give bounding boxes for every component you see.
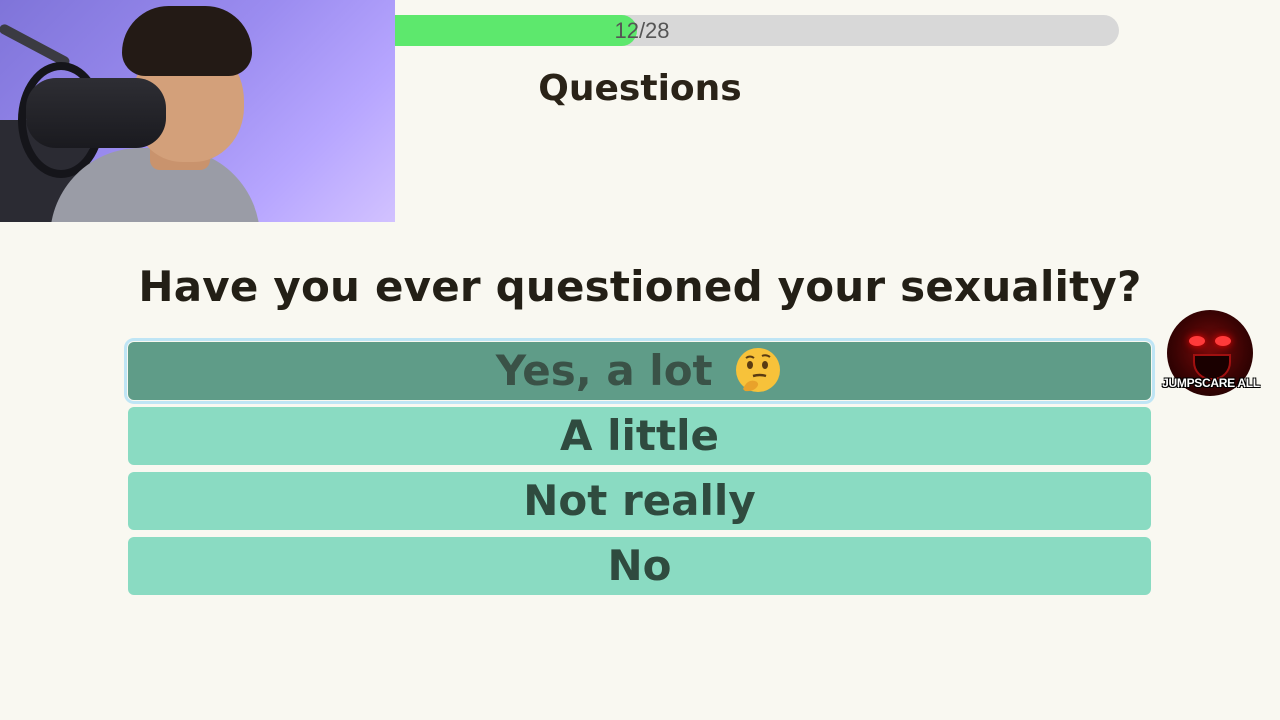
question-text: Have you ever questioned your sexuality? bbox=[138, 262, 1142, 311]
jumpscare-badge[interactable]: JUMPSCARE ALL bbox=[1150, 310, 1272, 396]
answer-label: Not really bbox=[523, 476, 756, 525]
jumpscare-label: JUMPSCARE ALL bbox=[1162, 376, 1260, 390]
answer-option-no[interactable]: No bbox=[128, 537, 1151, 595]
answer-option-yes-a-lot[interactable]: Yes, a lot bbox=[124, 338, 1155, 404]
answer-list: Yes, a lot A little Not really No bbox=[124, 338, 1155, 602]
webcam-overlay bbox=[0, 0, 395, 222]
thinking-face-icon bbox=[733, 345, 783, 395]
progress-bar: 12/28 bbox=[395, 15, 1119, 46]
answer-label: No bbox=[607, 541, 672, 590]
quiz-page: 12/28 Questions Have you ever questioned… bbox=[0, 0, 1280, 720]
streamer-hair bbox=[122, 6, 252, 76]
scary-eye-left bbox=[1189, 336, 1205, 346]
answer-option-a-little[interactable]: A little bbox=[128, 407, 1151, 465]
page-title: Questions bbox=[538, 68, 742, 109]
answer-option-not-really[interactable]: Not really bbox=[128, 472, 1151, 530]
answer-label: A little bbox=[560, 411, 719, 460]
scary-eye-right bbox=[1215, 336, 1231, 346]
progress-counter: 12/28 bbox=[614, 18, 670, 43]
answer-label: Yes, a lot bbox=[495, 346, 713, 395]
